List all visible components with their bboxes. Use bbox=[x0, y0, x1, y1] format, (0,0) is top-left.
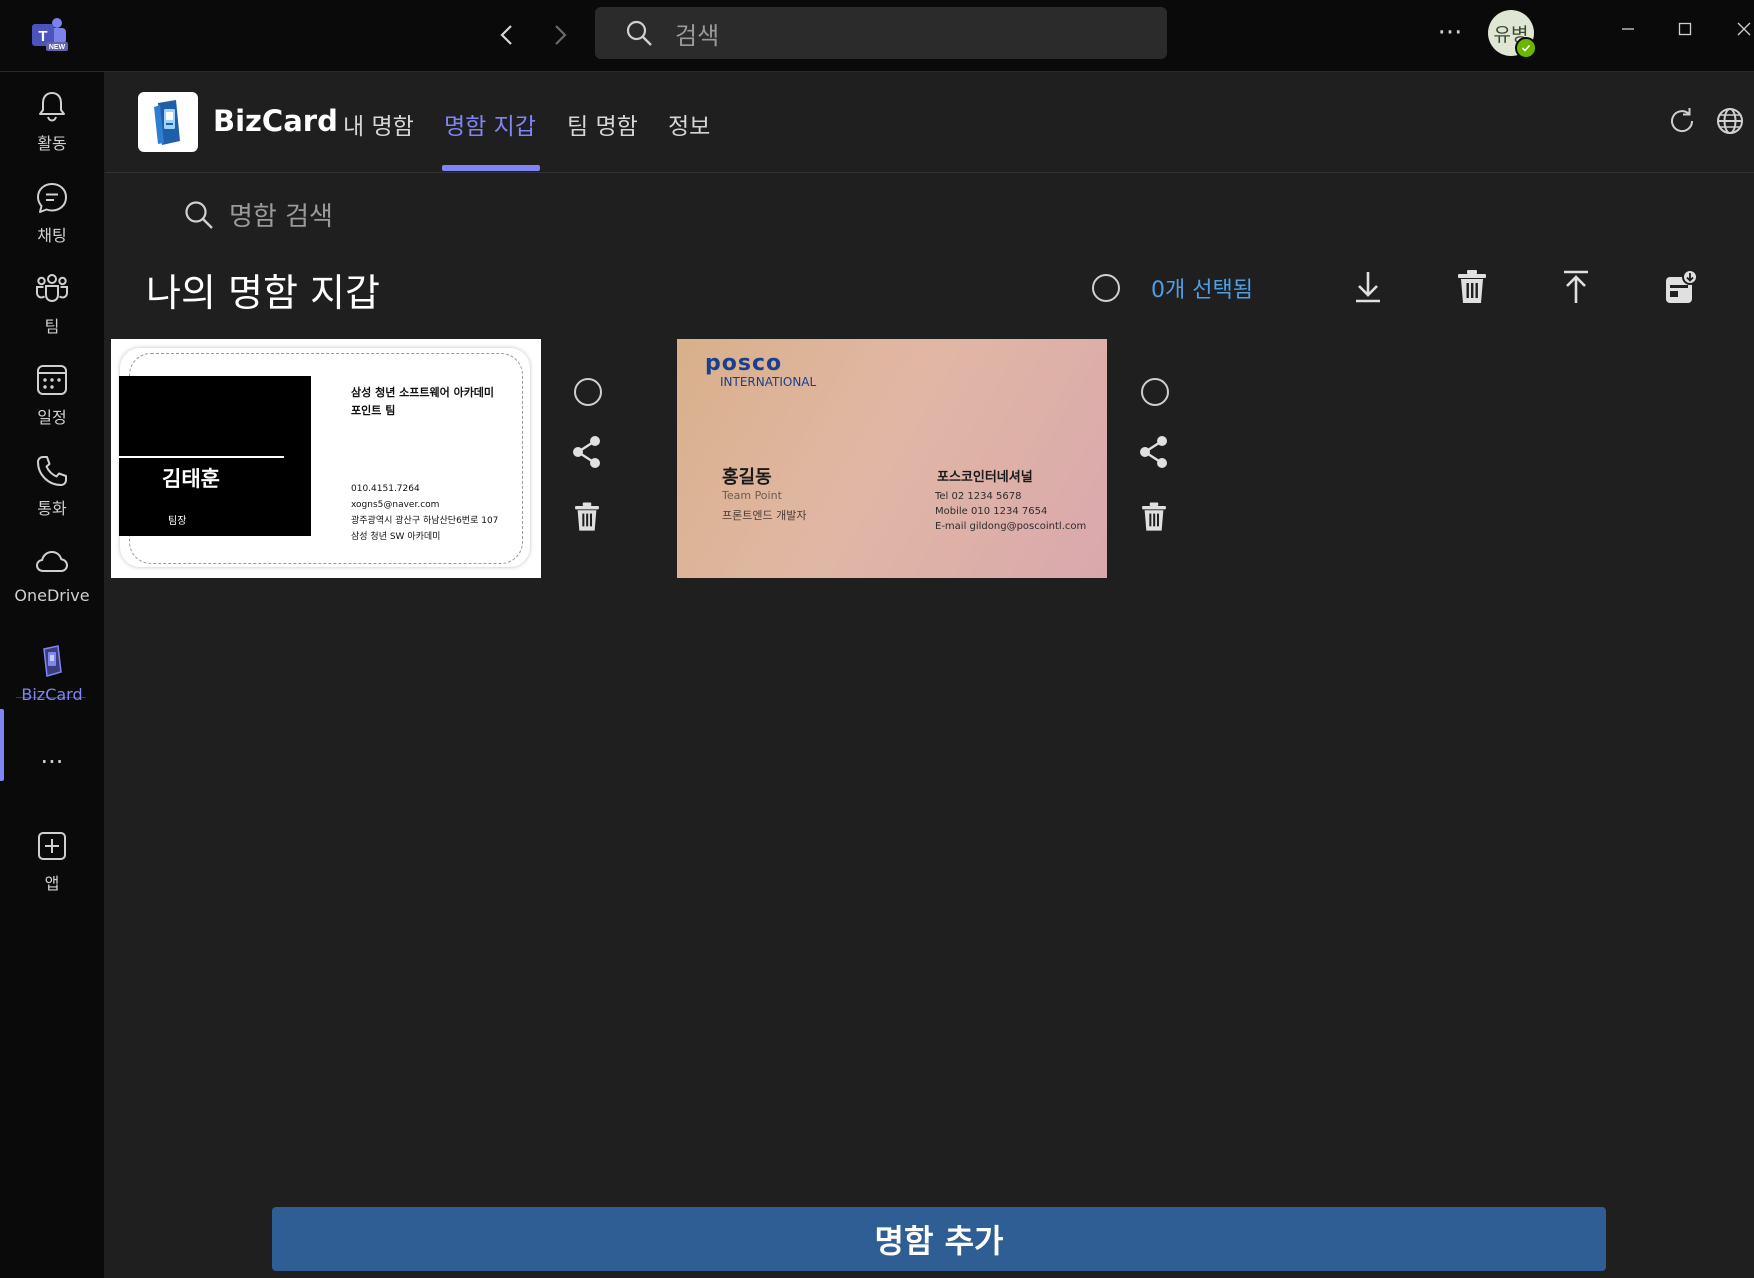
global-search-input[interactable]: 검색 bbox=[595, 7, 1167, 59]
bell-icon bbox=[39, 92, 65, 122]
tab-team-card[interactable]: 팀 명함 bbox=[567, 107, 638, 141]
trash-icon[interactable] bbox=[1452, 267, 1492, 307]
tab-card-wallet[interactable]: 명함 지갑 bbox=[444, 107, 536, 141]
global-search-placeholder: 검색 bbox=[675, 21, 720, 50]
card-company: 삼성 청년 SW 아카데미 bbox=[351, 532, 441, 542]
more-options-button[interactable]: ··· bbox=[1430, 18, 1470, 48]
chat-icon bbox=[37, 183, 67, 213]
card-company: 포스코인터네셔널 bbox=[937, 470, 1033, 485]
rail-item-more[interactable]: ··· bbox=[0, 748, 104, 832]
phone-icon bbox=[37, 456, 67, 486]
share-icon[interactable] bbox=[571, 435, 603, 469]
card-search-placeholder: 명함 검색 bbox=[229, 202, 333, 232]
rail-label: BizCard bbox=[21, 685, 83, 704]
card-controls bbox=[568, 378, 608, 406]
rail-label: 통화 bbox=[37, 499, 67, 518]
add-app-icon bbox=[38, 832, 66, 860]
card-controls bbox=[1135, 378, 1175, 406]
search-icon bbox=[626, 20, 652, 46]
forward-arrow-icon[interactable] bbox=[543, 18, 577, 52]
rail-item-activity[interactable]: 활동 bbox=[0, 88, 104, 172]
rail-label: 일정 bbox=[37, 408, 67, 427]
rail-item-onedrive[interactable]: OneDrive bbox=[0, 544, 104, 628]
more-apps-icon: ··· bbox=[40, 748, 64, 776]
card-org-line: 포인트 팀 bbox=[351, 404, 396, 417]
card-tel: Tel 02 1234 5678 bbox=[935, 491, 1022, 502]
rail-label: 팀 bbox=[44, 317, 60, 336]
svg-text:T: T bbox=[38, 28, 47, 45]
card-mobile: Mobile 010 1234 7654 bbox=[935, 506, 1048, 517]
page-title: 나의 명함 지갑 bbox=[146, 271, 380, 315]
select-all-radio[interactable] bbox=[1092, 274, 1120, 302]
rail-item-calls[interactable]: 통화 bbox=[0, 453, 104, 537]
share-icon[interactable] bbox=[1138, 435, 1170, 469]
card-org-line: 삼성 청년 소프트웨어 아카데미 bbox=[351, 386, 495, 399]
rail-label: OneDrive bbox=[14, 586, 90, 605]
card-brand-logo: posco bbox=[705, 351, 783, 376]
svg-text:NEW: NEW bbox=[49, 44, 66, 51]
card-person-role: 프론트엔드 개발자 bbox=[722, 509, 807, 522]
minimize-button[interactable] bbox=[1610, 14, 1646, 44]
globe-icon[interactable] bbox=[1714, 105, 1746, 137]
close-button[interactable] bbox=[1726, 14, 1754, 44]
rail-label: 활동 bbox=[37, 134, 67, 153]
rail-item-bizcard[interactable]: BizCard bbox=[0, 643, 104, 727]
teams-icon bbox=[36, 274, 68, 303]
tab-my-card[interactable]: 내 명함 bbox=[343, 107, 414, 141]
business-card-image[interactable]: 김태훈 팀장 삼성 청년 소프트웨어 아카데미 포인트 팀 010.4151.7… bbox=[111, 339, 541, 578]
teams-logo-icon[interactable]: T NEW bbox=[30, 16, 70, 52]
maximize-button[interactable] bbox=[1667, 14, 1703, 44]
card-select-radio[interactable] bbox=[574, 378, 602, 406]
rail-item-calendar[interactable]: 일정 bbox=[0, 362, 104, 446]
app-header: BizCard 내 명함 명함 지갑 팀 명함 정보 bbox=[105, 72, 1754, 173]
search-icon bbox=[185, 200, 213, 229]
rail-label: 채팅 bbox=[37, 226, 67, 245]
selected-count: 0개 선택됨 bbox=[1151, 278, 1253, 303]
card-search-input[interactable]: 명함 검색 bbox=[183, 196, 333, 233]
bizcard-logo-icon bbox=[138, 92, 198, 152]
card-email: E-mail gildong@poscointl.com bbox=[935, 521, 1087, 532]
card-organization: 삼성 청년 소프트웨어 아카데미 포인트 팀 bbox=[351, 384, 494, 420]
back-arrow-icon[interactable] bbox=[490, 18, 524, 52]
app-name: BizCard bbox=[213, 104, 338, 138]
bizcard-icon bbox=[43, 645, 62, 677]
card-person-role: 팀장 bbox=[168, 516, 187, 527]
rail-item-teams[interactable]: 팀 bbox=[0, 271, 104, 355]
trash-icon[interactable] bbox=[570, 498, 604, 536]
active-tab-underline bbox=[442, 165, 540, 171]
card-box-icon[interactable] bbox=[1660, 267, 1700, 307]
refresh-icon[interactable] bbox=[1666, 105, 1698, 137]
rail-item-chat[interactable]: 채팅 bbox=[0, 180, 104, 264]
card-divider bbox=[119, 456, 284, 458]
card-team: Team Point bbox=[722, 489, 782, 502]
business-card-image[interactable]: posco INTERNATIONAL 홍길동 Team Point 프론트엔드… bbox=[677, 339, 1107, 578]
rail-item-apps[interactable]: 앱 bbox=[0, 828, 104, 912]
add-card-button[interactable]: 명함 추가 bbox=[272, 1207, 1606, 1271]
upload-icon[interactable] bbox=[1556, 267, 1596, 307]
tab-info[interactable]: 정보 bbox=[668, 107, 710, 141]
title-bar: T NEW 검색 ··· 유병 bbox=[0, 0, 1754, 72]
card-contact-info: Tel 02 1234 5678 Mobile 010 1234 7654 E-… bbox=[935, 489, 1086, 534]
card-brand-sub: INTERNATIONAL bbox=[720, 375, 817, 389]
card-person-name: 김태훈 bbox=[162, 467, 220, 491]
cloud-icon bbox=[36, 551, 68, 572]
card-address: 광주광역시 광산구 하남산단6번로 107 bbox=[351, 516, 499, 526]
download-icon[interactable] bbox=[1348, 267, 1388, 307]
calendar-icon bbox=[37, 365, 67, 395]
card-phone: 010.4151.7264 bbox=[351, 484, 420, 494]
card-select-radio[interactable] bbox=[1141, 378, 1169, 406]
left-rail: 활동 채팅 팀 일정 통화 OneDrive BizCard ··· 앱 bbox=[0, 72, 104, 1278]
card-contact-info: 010.4151.7264 xogns5@naver.com 광주광역시 광산구… bbox=[351, 481, 498, 545]
rail-label: 앱 bbox=[44, 874, 60, 893]
presence-available-icon bbox=[1515, 37, 1537, 59]
card-email: xogns5@naver.com bbox=[351, 500, 440, 510]
trash-icon[interactable] bbox=[1137, 498, 1171, 536]
card-person-name: 홍길동 bbox=[722, 467, 772, 488]
